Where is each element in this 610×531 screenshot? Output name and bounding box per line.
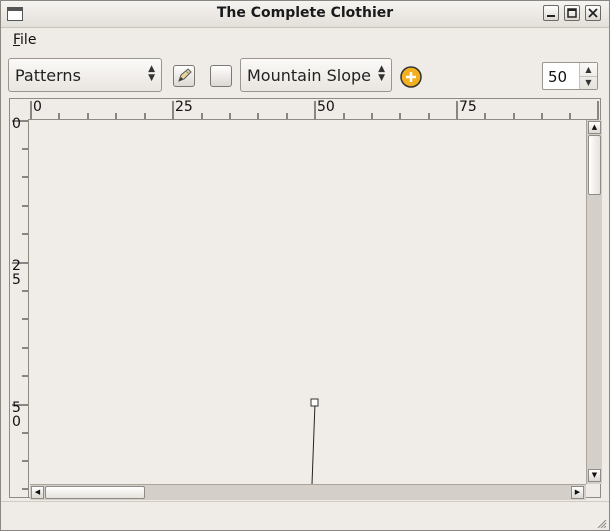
window-title: The Complete Clothier xyxy=(216,5,394,21)
menu-file-mnemonic: F xyxy=(13,32,21,48)
maximize-icon xyxy=(567,8,577,18)
drawing-canvas[interactable] xyxy=(30,120,586,484)
close-icon xyxy=(588,8,598,18)
control-point-handle[interactable] xyxy=(310,398,319,407)
menu-file-label: ile xyxy=(20,32,37,48)
vertical-scroll-thumb[interactable] xyxy=(588,135,601,195)
category-combo-value: Patterns xyxy=(15,66,81,85)
vertical-ruler-ticks xyxy=(12,120,28,490)
pencil-tool-button[interactable] xyxy=(173,65,195,87)
v-ruler-label: 2 xyxy=(12,258,21,274)
pattern-combo-value: Mountain Slope xyxy=(247,66,372,85)
minimize-button[interactable] xyxy=(543,5,559,21)
h-ruler-label: 75 xyxy=(459,99,477,115)
category-combo[interactable]: Patterns ▲ ▼ xyxy=(8,58,162,92)
pattern-combo[interactable]: Mountain Slope ▲ ▼ xyxy=(240,58,392,92)
v-ruler-label: 5 xyxy=(12,400,21,416)
resize-grip-icon[interactable] xyxy=(595,517,607,529)
spin-controls: ▲ ▼ xyxy=(579,63,597,89)
menu-file[interactable]: File xyxy=(13,32,36,48)
vertical-ruler: 0 2 5 5 0 xyxy=(10,116,29,497)
horizontal-scrollbar[interactable]: ◀ ▶ xyxy=(30,484,586,500)
h-ruler-label: 25 xyxy=(175,99,193,115)
pattern-drawing xyxy=(310,398,319,484)
h-ruler-label: 50 xyxy=(317,99,335,115)
v-ruler-label: 0 xyxy=(12,414,21,430)
toolbar: Patterns ▲ ▼ Mountain Slope ▲ ▼ 50 ▲ ▼ xyxy=(1,53,609,97)
add-button[interactable] xyxy=(399,65,423,89)
menu-bar: File xyxy=(1,28,609,52)
scroll-up-arrow-icon[interactable]: ▲ xyxy=(588,121,601,134)
h-ruler-label: 0 xyxy=(33,99,42,115)
spin-down-icon[interactable]: ▼ xyxy=(580,76,597,89)
v-ruler-label: 5 xyxy=(12,272,21,288)
pencil-icon xyxy=(178,68,192,82)
select-tool-button[interactable] xyxy=(210,65,232,87)
combo-arrows-icon: ▲ ▼ xyxy=(378,64,385,83)
combo-arrows-icon: ▲ ▼ xyxy=(148,64,155,83)
horizontal-ruler-ticks xyxy=(30,101,599,119)
horizontal-scroll-thumb[interactable] xyxy=(45,486,145,499)
spin-up-icon[interactable]: ▲ xyxy=(580,63,597,77)
minimize-icon xyxy=(547,15,555,17)
close-button[interactable] xyxy=(585,5,601,21)
vertical-scrollbar[interactable]: ▲ ▼ xyxy=(586,120,602,484)
v-ruler-label: 0 xyxy=(12,116,21,132)
zoom-value: 50 xyxy=(548,68,568,86)
title-bar[interactable]: The Complete Clothier xyxy=(1,1,609,28)
scroll-right-arrow-icon[interactable]: ▶ xyxy=(571,486,584,499)
scroll-down-arrow-icon[interactable]: ▼ xyxy=(588,469,601,482)
add-circle-icon xyxy=(400,66,422,88)
maximize-button[interactable] xyxy=(564,5,580,21)
canvas-frame: 0 25 50 75 0 2 5 5 0 ▲ ▼ ◀ ▶ xyxy=(9,98,602,500)
main-window: The Complete Clothier File Patterns ▲▼ xyxy=(0,0,610,531)
horizontal-ruler: 0 25 50 75 xyxy=(27,99,599,120)
status-bar xyxy=(1,501,609,531)
scroll-left-arrow-icon[interactable]: ◀ xyxy=(31,486,44,499)
zoom-spinbox[interactable]: 50 ▲ ▼ xyxy=(542,62,598,90)
